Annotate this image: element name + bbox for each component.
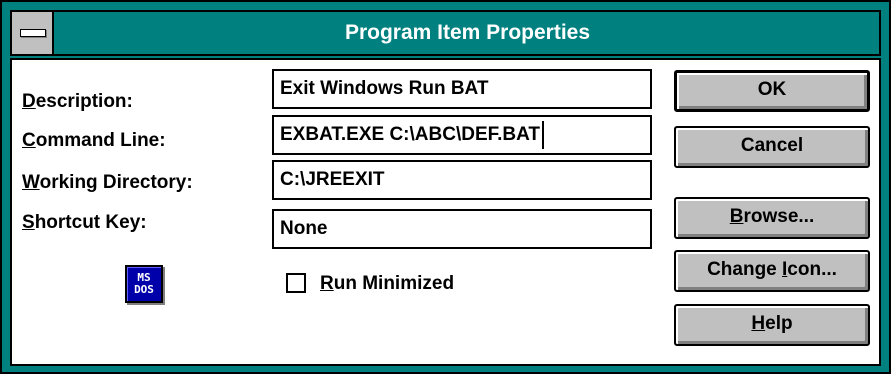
shortcut-key-field[interactable]: None	[272, 209, 652, 249]
ok-button[interactable]: OK	[674, 70, 870, 112]
shortcut-key-label-accelerator: S	[22, 212, 35, 233]
help-button-accelerator: H	[751, 313, 766, 334]
description-field[interactable]: Exit Windows Run BAT	[272, 69, 652, 109]
ok-button-label: OK	[757, 79, 787, 100]
change-icon-button-prefix: Change	[707, 259, 783, 280]
browse-button-accelerator: B	[729, 206, 744, 227]
run-minimized-label[interactable]: Run Minimized	[320, 270, 454, 298]
ms-dos-icon[interactable]: MS DOS	[125, 265, 163, 303]
run-minimized-checkbox[interactable]	[286, 273, 306, 293]
working-directory-label: Working Directory:	[22, 169, 193, 197]
change-icon-button-text: con...	[787, 259, 837, 280]
cancel-button-label: Cancel	[740, 135, 804, 156]
command-line-label-text: ommand Line:	[35, 130, 166, 151]
change-icon-button[interactable]: Change Icon...	[674, 250, 870, 292]
system-menu-icon	[20, 29, 46, 37]
browse-button-text: rowse...	[743, 206, 815, 227]
working-directory-label-text: orking Directory:	[39, 172, 193, 193]
working-directory-label-accelerator: W	[22, 172, 40, 193]
shortcut-key-label-text: hortcut Key:	[34, 212, 147, 233]
run-minimized-text: un Minimized	[333, 273, 455, 294]
window-title: Program Item Properties	[344, 21, 591, 44]
title-bar[interactable]: Program Item Properties	[10, 10, 881, 56]
browse-button[interactable]: Browse...	[674, 197, 870, 239]
description-label: Description:	[22, 88, 133, 116]
program-item-properties-dialog: Program Item Properties Description: Com…	[0, 0, 891, 374]
run-minimized-accelerator: R	[320, 273, 334, 294]
help-button[interactable]: Help	[674, 304, 870, 346]
working-directory-value: C:\JREEXIT	[280, 169, 385, 190]
description-label-accelerator: D	[22, 91, 36, 112]
command-line-label-accelerator: C	[22, 130, 36, 151]
working-directory-field[interactable]: C:\JREEXIT	[272, 160, 652, 200]
description-value: Exit Windows Run BAT	[280, 78, 489, 99]
command-line-value: EXBAT.EXE C:\ABC\DEF.BAT	[280, 124, 541, 145]
cancel-button[interactable]: Cancel	[674, 126, 870, 168]
description-label-text: escription:	[35, 91, 133, 112]
command-line-label: Command Line:	[22, 127, 166, 155]
shortcut-key-value: None	[280, 218, 328, 239]
ms-dos-icon-line2: DOS	[134, 283, 154, 296]
text-caret	[542, 120, 545, 149]
system-menu-button[interactable]	[12, 12, 54, 54]
shortcut-key-label: Shortcut Key:	[22, 209, 147, 237]
help-button-text: elp	[765, 313, 793, 334]
command-line-field[interactable]: EXBAT.EXE C:\ABC\DEF.BAT	[272, 115, 652, 155]
